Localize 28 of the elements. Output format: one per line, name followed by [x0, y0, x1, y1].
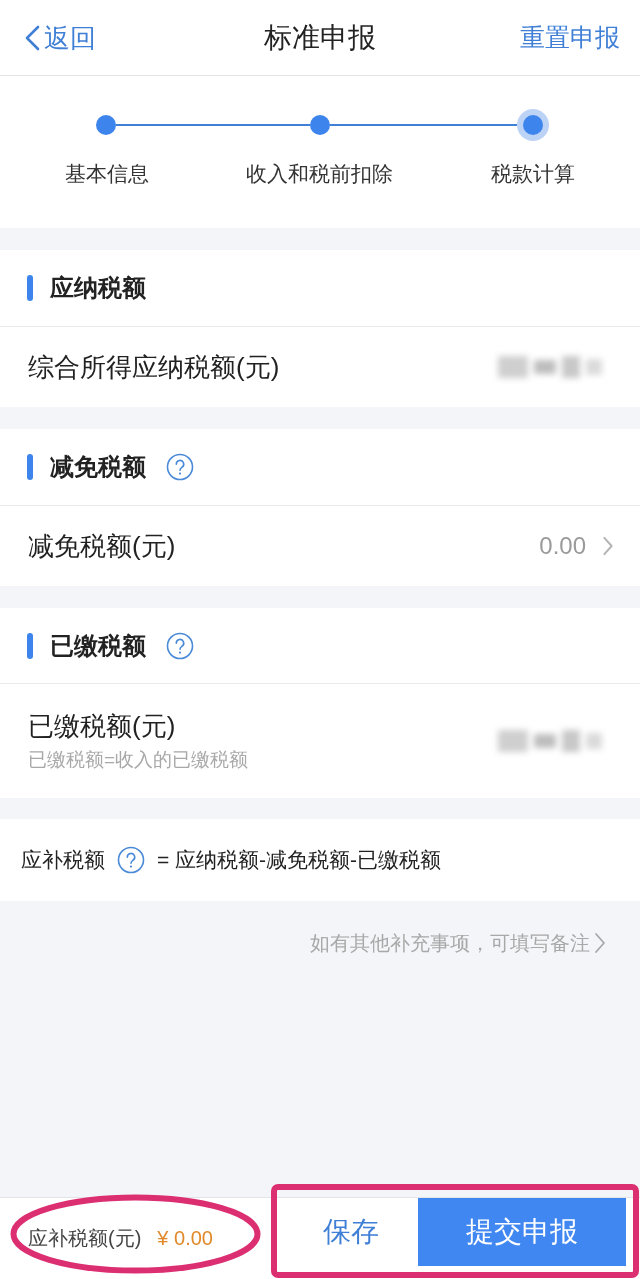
accent-bar	[27, 275, 33, 301]
step-label: 税款计算	[491, 161, 576, 187]
row-label: 已缴税额(元)	[28, 710, 177, 743]
remark-link[interactable]: 如有其他补充事项，可填写备注	[310, 929, 606, 957]
section-title: 减免税额	[50, 452, 146, 482]
page-title: 标准申报	[264, 20, 376, 55]
help-icon	[117, 846, 145, 874]
form-row[interactable]: 减免税额(元) 0.00	[0, 506, 640, 586]
chevron-right-icon	[594, 932, 606, 954]
total-amount: ¥ 0.00	[157, 1226, 213, 1251]
chevron-right-icon	[602, 536, 614, 556]
row-value: 0.00	[539, 531, 586, 561]
formula-label: 应补税额	[21, 847, 105, 873]
total-label: 应补税额(元)	[28, 1226, 142, 1251]
section-title: 已缴税额	[50, 630, 146, 661]
step-label: 收入和税前扣除	[246, 161, 394, 187]
back-button[interactable]: 返回	[24, 22, 96, 54]
step-label: 基本信息	[64, 161, 149, 187]
submit-button[interactable]: 提交申报	[418, 1198, 626, 1266]
row-label: 减免税额(元)	[28, 530, 177, 563]
section-title: 应纳税额	[50, 273, 146, 303]
accent-bar	[27, 454, 33, 480]
row-hint: 已缴税额=收入的已缴税额	[28, 748, 250, 772]
reset-link[interactable]: 重置申报	[520, 20, 620, 54]
back-chevron-icon	[24, 25, 40, 51]
formula-text: = 应纳税额-减免税额-已缴税额	[157, 847, 442, 873]
row-label: 综合所得应纳税额(元)	[28, 351, 281, 384]
accent-bar	[27, 632, 33, 659]
